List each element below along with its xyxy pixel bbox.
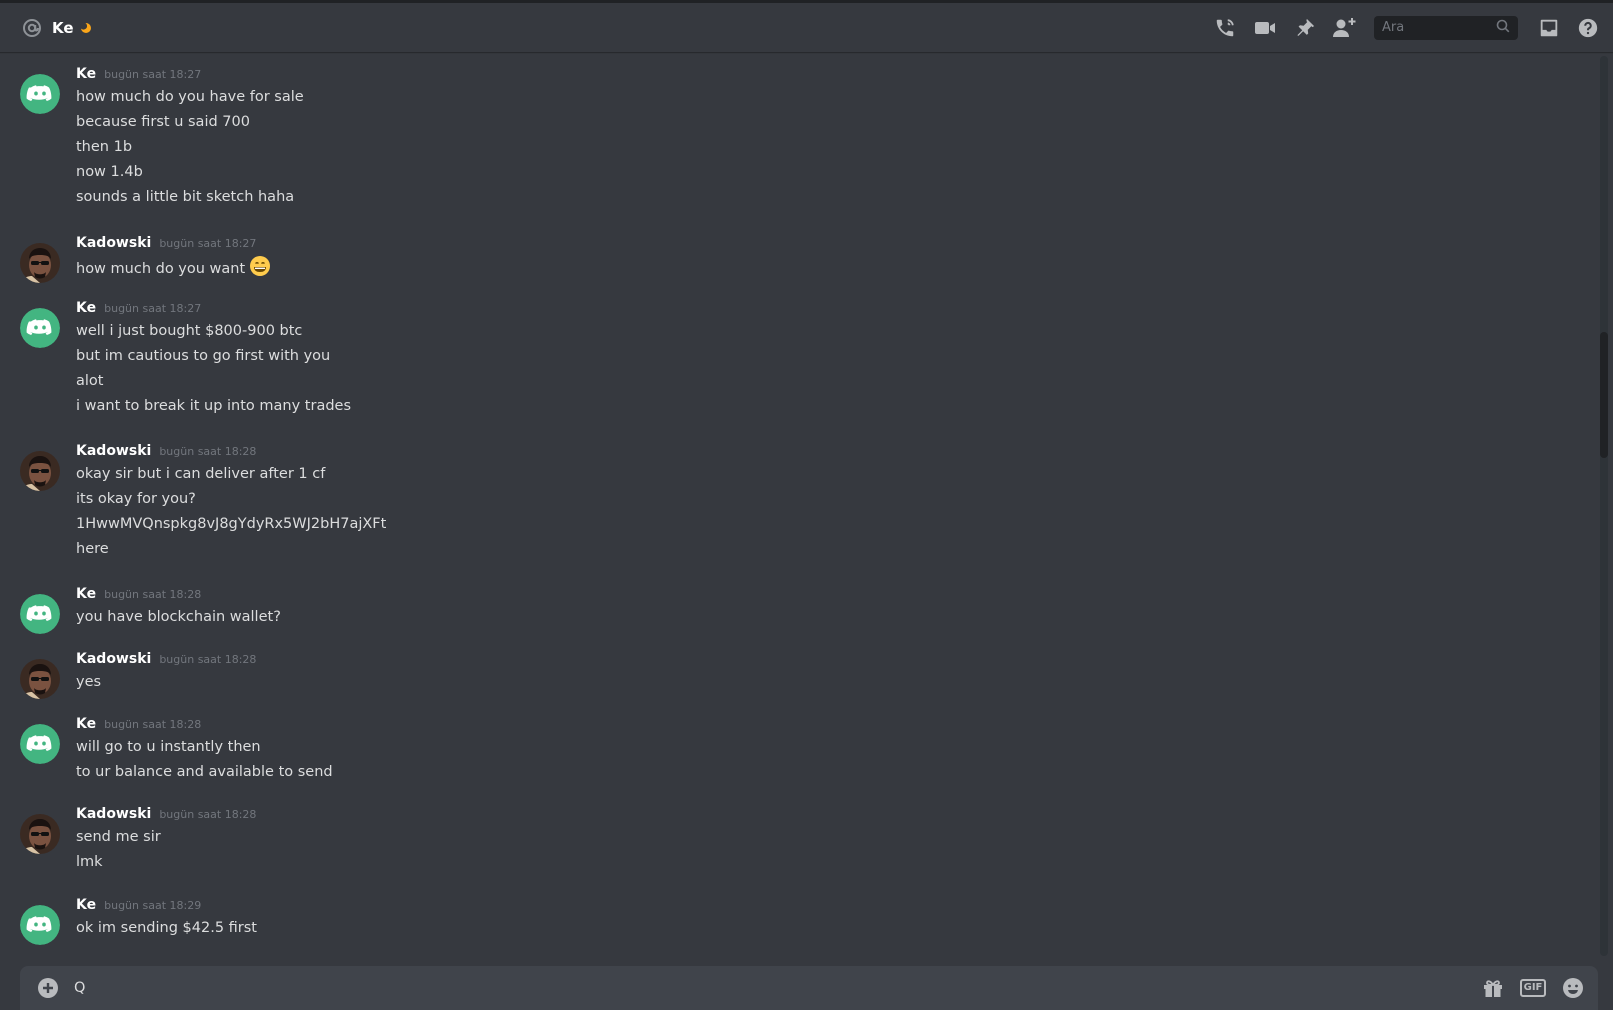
search-box[interactable]: [1374, 15, 1518, 40]
message-line: how much do you have for sale: [76, 89, 304, 105]
author-name[interactable]: Kadowski: [76, 651, 151, 667]
author-line: Ke bugün saat 18:28: [76, 586, 201, 608]
timestamp: bugün saat 18:27: [104, 68, 202, 81]
user-photo-avatar[interactable]: [20, 451, 60, 491]
gif-label: GIF: [1519, 979, 1547, 997]
discord-default-avatar[interactable]: [20, 308, 60, 348]
message-line: now 1.4b: [76, 164, 143, 180]
search-input[interactable]: [1382, 20, 1482, 35]
moon-idle-icon: [79, 21, 92, 34]
message-line: i want to break it up into many trades: [76, 398, 352, 414]
timestamp: bugün saat 18:27: [104, 302, 202, 315]
pin-icon[interactable]: [1292, 15, 1318, 41]
user-photo-avatar[interactable]: [20, 243, 60, 283]
search-icon: [1496, 18, 1510, 37]
scrollbar-thumb[interactable]: [1600, 332, 1608, 458]
message-line: because first u said 700: [76, 114, 250, 130]
message-line: then 1b: [76, 139, 133, 155]
composer-actions: GIF: [1466, 975, 1586, 1001]
message-line: ok im sending $42.5 first: [76, 920, 257, 936]
call-icon[interactable]: [1212, 15, 1238, 41]
author-name[interactable]: Kadowski: [76, 443, 151, 459]
emoji-icon[interactable]: [1560, 975, 1586, 1001]
message-line: okay sir but i can deliver after 1 cf: [76, 466, 326, 482]
help-icon[interactable]: [1575, 15, 1601, 41]
message-line: send me sir: [76, 829, 161, 845]
author-line: Kadowski bugün saat 18:28: [76, 651, 256, 673]
discord-default-avatar[interactable]: [20, 905, 60, 945]
discord-default-avatar[interactable]: [20, 724, 60, 764]
author-name[interactable]: Ke: [76, 586, 96, 602]
message-line: but im cautious to go first with you: [76, 348, 331, 364]
message-line: will go to u instantly then: [76, 739, 261, 755]
message-line: to ur balance and available to send: [76, 764, 333, 780]
user-photo-avatar[interactable]: [20, 659, 60, 699]
author-name[interactable]: Ke: [76, 66, 96, 82]
inbox-icon[interactable]: [1536, 15, 1562, 41]
message-line: its okay for you?: [76, 491, 196, 507]
at-sign-icon: [22, 18, 42, 38]
grinning-face-emoji[interactable]: [249, 255, 271, 277]
message-composer: GIF: [20, 966, 1598, 1010]
message-line: sounds a little bit sketch haha: [76, 189, 295, 205]
author-line: Kadowski bugün saat 18:27: [76, 235, 256, 257]
message-line: you have blockchain wallet?: [76, 609, 281, 625]
message-line: alot: [76, 373, 104, 389]
author-line: Ke bugün saat 18:27: [76, 300, 201, 322]
author-name[interactable]: Ke: [76, 897, 96, 913]
author-line: Kadowski bugün saat 18:28: [76, 806, 256, 828]
timestamp: bugün saat 18:28: [104, 718, 202, 731]
timestamp: bugün saat 18:28: [104, 588, 202, 601]
channel-header: Ke: [0, 0, 1613, 52]
message-line: here: [76, 541, 109, 557]
message-line: how much do you want: [76, 255, 271, 277]
video-icon[interactable]: [1252, 15, 1278, 41]
message-line: yes: [76, 674, 102, 690]
message-list[interactable]: Ke bugün saat 18:27 how much do you have…: [0, 52, 1598, 960]
author-name[interactable]: Ke: [76, 300, 96, 316]
timestamp: bugün saat 18:28: [159, 445, 257, 458]
author-name[interactable]: Kadowski: [76, 806, 151, 822]
dm-title: Ke: [52, 18, 74, 37]
discord-default-avatar[interactable]: [20, 594, 60, 634]
header-toolbar: [1212, 3, 1613, 52]
message-line: 1HwwMVQnspkg8vJ8gYdyRx5WJ2bH7ajXFt: [76, 516, 387, 532]
timestamp: bugün saat 18:29: [104, 899, 202, 912]
message-input[interactable]: [74, 980, 1466, 996]
timestamp: bugün saat 18:27: [159, 237, 257, 250]
add-friend-icon[interactable]: [1332, 15, 1358, 41]
author-name[interactable]: Kadowski: [76, 235, 151, 251]
gift-icon[interactable]: [1480, 975, 1506, 1001]
message-text: how much do you want: [76, 261, 246, 277]
message-line: well i just bought $800-900 btc: [76, 323, 303, 339]
author-line: Ke bugün saat 18:27: [76, 66, 201, 88]
gif-icon[interactable]: GIF: [1519, 975, 1547, 1001]
scrollbar-track[interactable]: [1600, 56, 1608, 956]
author-line: Ke bugün saat 18:29: [76, 897, 201, 919]
author-line: Kadowski bugün saat 18:28: [76, 443, 256, 465]
discord-default-avatar[interactable]: [20, 74, 60, 114]
author-name[interactable]: Ke: [76, 716, 96, 732]
message-line: lmk: [76, 854, 103, 870]
timestamp: bugün saat 18:28: [159, 653, 257, 666]
author-line: Ke bugün saat 18:28: [76, 716, 201, 738]
timestamp: bugün saat 18:28: [159, 808, 257, 821]
user-photo-avatar[interactable]: [20, 814, 60, 854]
plus-circle-icon[interactable]: [36, 976, 60, 1000]
